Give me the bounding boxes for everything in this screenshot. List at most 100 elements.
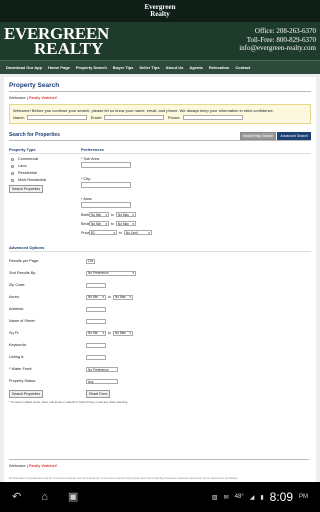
nav-about[interactable]: About Us [166,65,184,70]
welcome-line: Welcome | Realty Watcher! [9,95,58,100]
battery-level: 48° [234,494,244,500]
app-title: Evergreen Realty [145,4,176,18]
sub-area-label: * Sub Area [81,157,100,161]
recent-apps-icon[interactable]: ▣ [68,491,78,503]
waterfront-select[interactable]: No Preference [86,366,118,372]
status-select[interactable]: Any [86,378,118,384]
nav-agents[interactable]: Agents [189,65,203,70]
area-select[interactable] [81,202,131,208]
results-per-page-select[interactable]: 10 [86,258,95,264]
nav-relocation[interactable]: Relocation [209,65,229,70]
zip-input[interactable] [86,282,106,288]
advanced-buttons: Search Properties Reset Form [9,390,311,398]
reset-form-button[interactable]: Reset Form [86,390,111,398]
acres-max-select[interactable]: No Max [112,294,133,300]
to-label: to [108,295,111,299]
to-label: to [119,230,122,235]
radio-button[interactable] [11,164,14,168]
search-columns: Property Type Commercial Land Residentia… [9,147,311,239]
beds-label: Beds: [81,221,91,226]
footer-welcome-line: Welcome | Realty Watcher! [9,459,309,468]
preferences-title: Preferences [81,147,311,154]
footer-welcome-user[interactable]: Realty Watcher! [29,463,57,468]
contact-email[interactable]: info@evergreen-realty.com [239,44,316,53]
logo-line2: REALTY [34,39,104,58]
notice-text: Welcome! Before you continue your search… [13,108,274,113]
welcome-user[interactable]: Realty Watcher! [29,95,57,100]
phone-field[interactable] [182,115,243,120]
baths-min-select[interactable]: No Min [89,212,109,217]
search-tabs: Instant Map Search Advanced Search [239,131,311,140]
app-title-line2: Realty [150,10,170,18]
sqft-min-select[interactable]: No Min [86,330,106,336]
nav-seller-tips[interactable]: Seller Tips [139,65,159,70]
listing-row: Listing #: [9,351,311,363]
price-max-select[interactable]: No Limit [123,230,152,235]
nav-contact[interactable]: Contact [235,65,250,70]
beds-max-select[interactable]: No Max [115,221,136,226]
tab-instant-map-search[interactable]: Instant Map Search [240,131,277,140]
results-per-page-row: Results per Page: 10 [9,255,311,267]
address-input[interactable] [86,306,106,312]
email-field[interactable] [103,115,164,120]
nav-download-app[interactable]: Download Our App [6,65,42,70]
system-nav-buttons: ↶ ⌂ ▣ [12,491,78,503]
sort-label: Sort Results By: [9,271,37,275]
site-logo[interactable]: EVERGREEN REALTY [4,25,109,58]
nav-buyer-tips[interactable]: Buyer Tips [113,65,134,70]
sqft-label: Sq Ft: [9,331,20,335]
sort-row: Sort Results By: No Preference [9,267,311,279]
zip-row: Zip Code: [9,279,311,291]
price-row: Price: $0 to No Limit [81,230,311,235]
sort-select[interactable]: No Preference [86,270,136,276]
nav-home[interactable]: Home Page [48,65,70,70]
beds-min-select[interactable]: No Min [89,221,109,226]
advanced-options-section: Advanced Options Results per Page: 10 Sor… [9,245,311,404]
zip-label: Zip Code: [9,283,26,287]
radio-button[interactable] [11,171,14,175]
to-label: to [111,212,114,217]
contact-info: Office: 208-263-6370 Toll-Free: 800-829-… [239,27,316,53]
city-label: * City: [81,177,92,181]
type-option-commercial[interactable]: Commercial [9,157,81,161]
tab-advanced-search[interactable]: Advanced Search [277,131,311,140]
sub-area-select[interactable] [81,162,131,168]
search-properties-button-top[interactable]: Search Properties [9,185,44,193]
status-row: Property Status: Any [9,375,311,387]
beds-row: Beds: No Min to No Max [81,221,311,226]
city-select[interactable] [81,182,131,188]
street-input[interactable] [86,318,106,324]
system-navigation-bar: ↶ ⌂ ▣ ▨ ✉ 48° ◢ ▮ 8:09 PM [0,482,320,512]
keywords-row: Keywords: [9,339,311,351]
multi-select-note: * To select multiple areas, cities, sub … [9,400,129,404]
sqft-max-select[interactable]: No Max [112,330,133,336]
search-title: Search for Properties [9,132,60,138]
keywords-label: Keywords: [9,343,27,347]
to-label: to [111,221,114,226]
name-field[interactable] [26,115,87,120]
battery-icon: ▮ [260,494,264,501]
preferences-section: Preferences * Sub Area * City: * Area: B… [81,147,311,239]
page-body: Property Search Welcome | Realty Watcher… [0,74,320,482]
radio-button[interactable] [11,157,14,161]
type-option-residential[interactable]: Residential [9,171,81,175]
tollfree-phone[interactable]: Toll-Free: 800-829-6370 [239,36,316,45]
listing-label: Listing #: [9,355,25,359]
type-option-land[interactable]: Land [9,164,81,168]
nav-property-search[interactable]: Property Search [76,65,107,70]
search-properties-button[interactable]: Search Properties [9,390,44,398]
home-icon[interactable]: ⌂ [41,491,48,503]
page-title: Property Search [9,82,311,92]
acres-row: Acres: No MintoNo Max [9,291,311,303]
back-icon[interactable]: ↶ [12,491,21,503]
price-min-select[interactable]: $0 [89,230,117,235]
keywords-input[interactable] [86,342,106,348]
type-option-multi-residential[interactable]: Multi-Residential [9,178,81,182]
baths-max-select[interactable]: No Max [115,212,136,217]
radio-button[interactable] [11,178,14,182]
footer-welcome-label: Welcome [9,463,26,468]
type-option-label: Multi-Residential [18,178,47,182]
office-phone[interactable]: Office: 208-263-6370 [239,27,316,36]
acres-min-select[interactable]: No Min [86,294,106,300]
listing-input[interactable] [86,354,106,360]
